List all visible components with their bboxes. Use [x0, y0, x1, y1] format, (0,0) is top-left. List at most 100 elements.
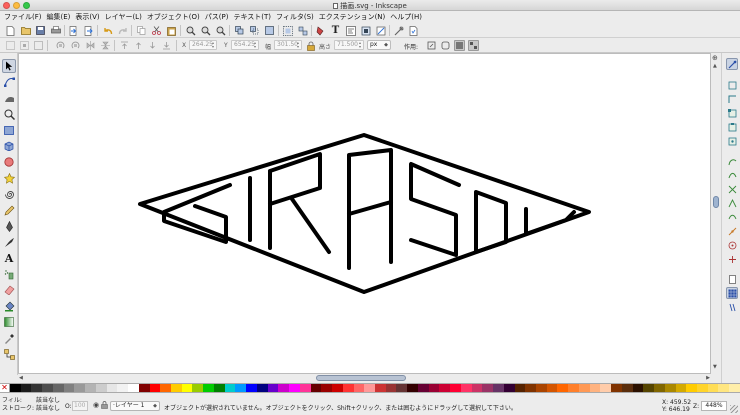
palette-swatch[interactable]: [460, 384, 472, 392]
menu-layer[interactable]: レイヤー(L): [105, 12, 142, 22]
zoom-drawing-icon[interactable]: [200, 25, 211, 36]
transform-icon[interactable]: [375, 25, 386, 36]
palette-swatch[interactable]: [31, 384, 43, 392]
palette-swatch[interactable]: [332, 384, 343, 392]
snap-paths-icon[interactable]: [726, 169, 738, 181]
save-icon[interactable]: [35, 25, 46, 36]
palette-swatch[interactable]: [621, 384, 633, 392]
selector-tool-icon[interactable]: [2, 59, 16, 73]
3d-box-tool-icon[interactable]: [2, 139, 16, 153]
palette-swatch[interactable]: [342, 384, 354, 392]
snap-bbox-icon[interactable]: [726, 79, 738, 91]
group-icon[interactable]: [282, 25, 293, 36]
menu-text[interactable]: テキスト(T): [233, 12, 271, 22]
letter-s[interactable]: [409, 162, 461, 257]
palette-swatch[interactable]: [471, 384, 483, 392]
preferences-icon[interactable]: [393, 25, 404, 36]
vertical-scroll-thumb[interactable]: [713, 196, 719, 208]
spray-tool-icon[interactable]: [2, 267, 16, 281]
palette-swatch[interactable]: [364, 384, 375, 392]
palette-swatch[interactable]: [718, 384, 730, 392]
palette-swatch[interactable]: [106, 384, 118, 392]
snap-page-border-icon[interactable]: [726, 273, 738, 285]
palette-swatch[interactable]: [535, 384, 547, 392]
snap-bbox-midpoint-icon[interactable]: [726, 121, 738, 133]
bucket-fill-tool-icon[interactable]: [2, 299, 16, 313]
connector-tool-icon[interactable]: [2, 347, 16, 361]
xml-editor-icon[interactable]: [345, 25, 356, 36]
snap-smooth-nodes-icon[interactable]: [726, 211, 738, 223]
ungroup-icon[interactable]: [297, 25, 308, 36]
scale-corners-icon[interactable]: [440, 40, 451, 51]
menu-path[interactable]: パス(P): [205, 12, 229, 22]
palette-swatch[interactable]: [256, 384, 268, 392]
pencil-tool-icon[interactable]: [2, 203, 16, 217]
snap-bbox-corner-icon[interactable]: [726, 107, 738, 119]
star-tool-icon[interactable]: [2, 171, 16, 185]
palette-swatch[interactable]: [578, 384, 590, 392]
snap-guides-icon[interactable]: [726, 301, 738, 313]
move-pattern-icon[interactable]: [468, 40, 479, 51]
palette-swatch[interactable]: [181, 384, 193, 392]
rotate-cw-icon[interactable]: [70, 40, 81, 51]
scroll-left-icon[interactable]: ◀: [19, 375, 23, 381]
vertical-scrollbar[interactable]: ⊕ ▲ ▼: [711, 53, 721, 374]
zoom-corner-icon[interactable]: ⊕: [712, 54, 718, 62]
scroll-up-icon[interactable]: ▲: [713, 63, 717, 69]
palette-swatch[interactable]: [407, 384, 418, 392]
palette-swatch[interactable]: [267, 384, 279, 392]
horizontal-scroll-thumb[interactable]: [316, 375, 406, 381]
flip-vertical-icon[interactable]: [100, 40, 111, 51]
menu-filters[interactable]: フィルタ(S): [276, 12, 314, 22]
select-all-icon[interactable]: [5, 40, 16, 51]
menu-help[interactable]: ヘルプ(H): [390, 12, 422, 22]
import-icon[interactable]: [68, 25, 79, 36]
text-tool-icon[interactable]: A: [2, 251, 16, 265]
palette-swatch[interactable]: [654, 384, 665, 392]
palette-swatch[interactable]: [160, 384, 172, 392]
palette-swatch[interactable]: [171, 384, 182, 392]
palette-swatch[interactable]: [546, 384, 558, 392]
palette-swatch[interactable]: [396, 384, 408, 392]
palette-swatch[interactable]: [632, 384, 644, 392]
palette-swatch[interactable]: [278, 384, 290, 392]
palette-swatch[interactable]: [149, 384, 161, 392]
palette-swatch[interactable]: [20, 384, 32, 392]
stroke-value[interactable]: 該当なし: [36, 403, 60, 412]
palette-swatch[interactable]: [664, 384, 676, 392]
palette-swatch[interactable]: [729, 384, 740, 392]
unlink-clone-icon[interactable]: [264, 25, 275, 36]
snap-bbox-center-icon[interactable]: [726, 135, 738, 147]
eye-icon[interactable]: ◉: [93, 401, 99, 409]
fill-stroke-icon[interactable]: [315, 25, 326, 36]
palette-swatch[interactable]: [686, 384, 697, 392]
no-paint-swatch[interactable]: ✕: [0, 384, 10, 392]
y-spinbox[interactable]: 654.25: [231, 40, 259, 50]
palette-swatch[interactable]: [385, 384, 397, 392]
duplicate-icon[interactable]: [234, 25, 245, 36]
print-icon[interactable]: [50, 25, 61, 36]
opacity-spinbox[interactable]: 100: [72, 401, 88, 411]
spiral-tool-icon[interactable]: [2, 187, 16, 201]
snap-toggle-icon[interactable]: [726, 58, 738, 70]
document-properties-icon[interactable]: [408, 25, 419, 36]
palette-swatch[interactable]: [85, 384, 96, 392]
scale-stroke-icon[interactable]: [426, 40, 437, 51]
cut-icon[interactable]: [151, 25, 162, 36]
snap-grid-icon[interactable]: [726, 287, 738, 299]
zoom-selection-icon[interactable]: [185, 25, 196, 36]
palette-swatch[interactable]: [246, 384, 257, 392]
eraser-tool-icon[interactable]: [2, 283, 16, 297]
deselect-icon[interactable]: [33, 40, 44, 51]
rectangle-tool-icon[interactable]: [2, 123, 16, 137]
width-spinbox[interactable]: 301.50: [274, 40, 302, 50]
diamond-frame[interactable]: [138, 133, 591, 294]
raise-icon[interactable]: [133, 40, 144, 51]
palette-swatch[interactable]: [589, 384, 601, 392]
palette-swatch[interactable]: [428, 384, 440, 392]
palette-swatch[interactable]: [192, 384, 204, 392]
palette-swatch[interactable]: [10, 384, 21, 392]
menu-edit[interactable]: 編集(E): [47, 12, 71, 22]
scroll-right-icon[interactable]: ▶: [706, 375, 710, 381]
palette-swatch[interactable]: [643, 384, 655, 392]
